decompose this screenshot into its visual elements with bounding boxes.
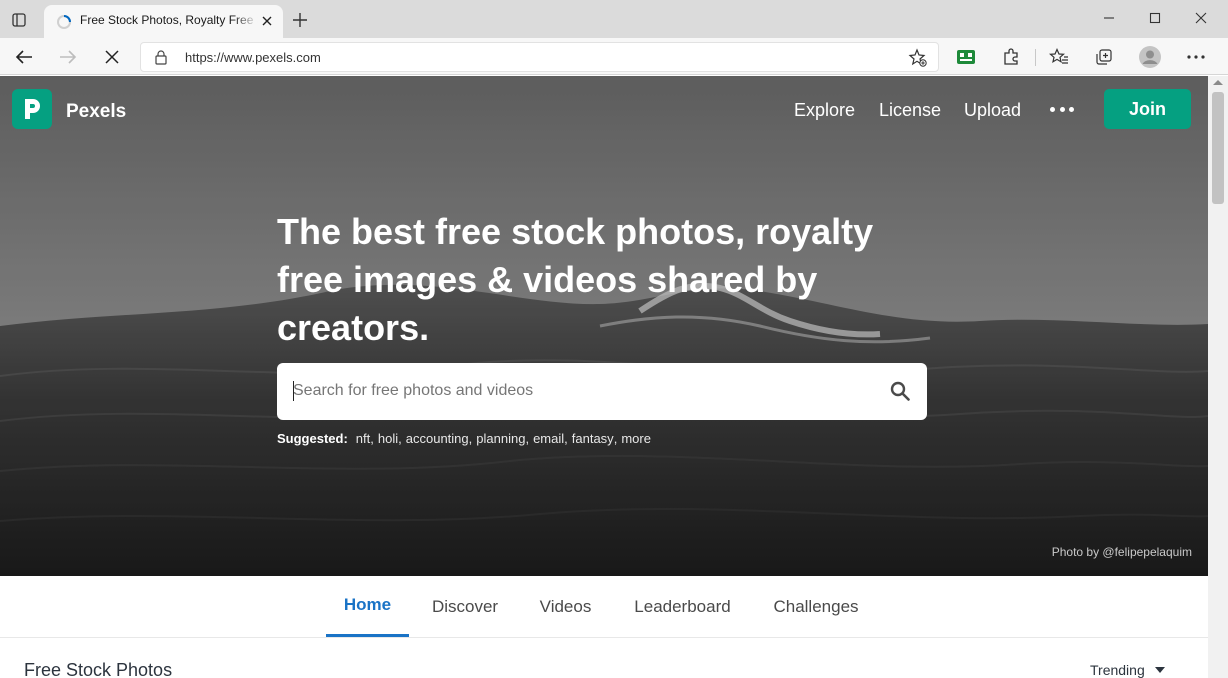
new-tab-icon[interactable] [289,9,311,31]
hero-banner: Pexels Explore License Upload Join The b… [0,76,1208,576]
extension-green-icon[interactable] [953,44,979,70]
chevron-down-icon [1154,667,1165,673]
favorites-icon[interactable] [1046,44,1072,70]
suggestion-more-link[interactable]: more [621,431,651,446]
browser-tab[interactable]: Free Stock Photos, Royalty Free Stock Im… [44,5,283,38]
forward-icon[interactable] [55,44,81,70]
tab-home[interactable]: Home [326,576,409,637]
suggestion-link[interactable]: holi [378,431,398,446]
tab-challenges[interactable]: Challenges [762,576,870,637]
toolbar-divider [1035,49,1036,66]
suggestion-link[interactable]: planning [476,431,525,446]
back-icon[interactable] [11,44,37,70]
sort-dropdown-label: Trending [1090,662,1145,678]
more-menu-icon[interactable] [1183,44,1209,70]
nav-license[interactable]: License [879,100,941,121]
scrollbar-thumb[interactable] [1212,92,1224,204]
add-favorite-icon[interactable] [908,48,928,68]
section-title: Free Stock Photos [24,660,173,678]
stop-loading-icon[interactable] [99,44,125,70]
suggestion-link[interactable]: email [533,431,564,446]
suggestion-link[interactable]: nft [356,431,370,446]
hero-headline: The best free stock photos, royalty free… [277,211,874,348]
collections-icon[interactable] [1091,44,1117,70]
suggestion-link[interactable]: fantasy [572,431,614,446]
loading-favicon-icon [56,14,72,30]
minimize-icon[interactable] [1095,6,1123,30]
search-box[interactable] [277,363,927,420]
browser-toolbar: https://www.pexels.com [0,38,1228,75]
tab-leaderboard[interactable]: Leaderboard [622,576,743,637]
tab-title: Free Stock Photos, Royalty Free Stock Im… [80,13,258,27]
photo-credit[interactable]: Photo by @felipepelaquim [1052,545,1192,559]
nav-explore[interactable]: Explore [794,100,855,121]
search-input[interactable] [293,379,873,403]
profile-avatar-icon[interactable] [1137,44,1163,70]
suggestion-link[interactable]: accounting [406,431,469,446]
address-bar[interactable]: https://www.pexels.com [140,42,939,72]
page-scrollbar[interactable] [1208,76,1228,678]
close-window-icon[interactable] [1187,6,1215,30]
nav-upload[interactable]: Upload [964,100,1021,121]
tab-discover[interactable]: Discover [421,576,509,637]
search-icon[interactable] [888,379,912,403]
tab-videos[interactable]: Videos [528,576,603,637]
text-cursor [293,381,294,401]
more-options-icon[interactable] [1050,103,1074,115]
tab-actions-icon[interactable] [8,9,30,31]
extensions-puzzle-icon[interactable] [998,44,1024,70]
tab-strip: Free Stock Photos, Royalty Free Stock Im… [0,0,1228,38]
page-viewport: Pexels Explore License Upload Join The b… [0,76,1208,678]
scroll-up-arrow-icon[interactable] [1213,80,1223,85]
lock-icon[interactable] [153,49,169,65]
url-text[interactable]: https://www.pexels.com [185,50,321,65]
join-button[interactable]: Join [1104,89,1191,129]
tab-close-icon[interactable] [259,13,275,29]
sort-dropdown[interactable]: Trending [1090,662,1165,678]
suggested-searches: Suggested: nft, holi, accounting, planni… [277,431,651,446]
maximize-icon[interactable] [1141,6,1169,30]
brand-name[interactable]: Pexels [66,101,126,123]
pexels-logo-icon[interactable] [12,89,52,129]
page-tabs: Home Discover Videos Leaderboard Challen… [0,576,1208,638]
suggested-label: Suggested: [277,431,348,446]
